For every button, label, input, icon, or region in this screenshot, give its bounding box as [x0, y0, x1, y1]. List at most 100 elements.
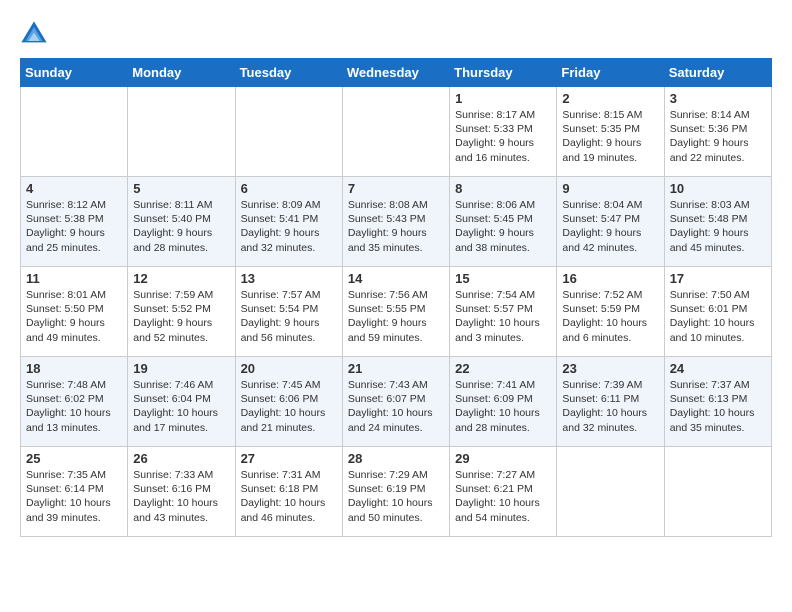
- day-number: 9: [562, 181, 658, 196]
- calendar-cell: [21, 87, 128, 177]
- calendar-cell: 15Sunrise: 7:54 AM Sunset: 5:57 PM Dayli…: [450, 267, 557, 357]
- calendar-cell: 7 Sunrise: 8:08 AM Sunset: 5:43 PM Daylig…: [342, 177, 449, 267]
- header: [20, 20, 772, 48]
- weekday-header-cell: Tuesday: [235, 59, 342, 87]
- calendar-cell: 24 Sunrise: 7:37 AM Sunset: 6:13 PM Dayli…: [664, 357, 771, 447]
- day-number: 29: [455, 451, 551, 466]
- day-info: Sunrise: 8:09 AM Sunset: 5:41 PM Dayligh…: [241, 198, 337, 255]
- day-info: Sunrise: 8:04 AM Sunset: 5:47 PM Dayligh…: [562, 198, 658, 255]
- calendar-cell: 23 Sunrise: 7:39 AM Sunset: 6:11 PM Dayli…: [557, 357, 664, 447]
- day-info: Sunrise: 7:46 AM Sunset: 6:04 PM Dayligh…: [133, 378, 229, 435]
- day-number: 11: [26, 271, 122, 286]
- calendar-week: 18Sunrise: 7:48 AM Sunset: 6:02 PM Dayli…: [21, 357, 772, 447]
- weekday-header-cell: Wednesday: [342, 59, 449, 87]
- calendar-cell: [235, 87, 342, 177]
- calendar-cell: 5 Sunrise: 8:11 AM Sunset: 5:40 PM Daylig…: [128, 177, 235, 267]
- calendar-cell: [664, 447, 771, 537]
- weekday-header-cell: Thursday: [450, 59, 557, 87]
- day-info: Sunrise: 7:54 AM Sunset: 5:57 PM Dayligh…: [455, 288, 551, 345]
- calendar-cell: 6 Sunrise: 8:09 AM Sunset: 5:41 PM Daylig…: [235, 177, 342, 267]
- day-number: 23: [562, 361, 658, 376]
- day-number: 19: [133, 361, 229, 376]
- day-info: Sunrise: 8:17 AM Sunset: 5:33 PM Dayligh…: [455, 108, 551, 165]
- day-number: 10: [670, 181, 766, 196]
- calendar-cell: 11 Sunrise: 8:01 AM Sunset: 5:50 PM Dayli…: [21, 267, 128, 357]
- day-number: 21: [348, 361, 444, 376]
- calendar-cell: 1 Sunrise: 8:17 AM Sunset: 5:33 PM Daylig…: [450, 87, 557, 177]
- day-number: 5: [133, 181, 229, 196]
- day-number: 25: [26, 451, 122, 466]
- calendar-cell: 3 Sunrise: 8:14 AM Sunset: 5:36 PM Daylig…: [664, 87, 771, 177]
- day-number: 2: [562, 91, 658, 106]
- day-number: 8: [455, 181, 551, 196]
- day-number: 4: [26, 181, 122, 196]
- day-number: 16: [562, 271, 658, 286]
- calendar-cell: 16 Sunrise: 7:52 AM Sunset: 5:59 PM Dayli…: [557, 267, 664, 357]
- day-number: 24: [670, 361, 766, 376]
- calendar-week: 1 Sunrise: 8:17 AM Sunset: 5:33 PM Daylig…: [21, 87, 772, 177]
- day-number: 7: [348, 181, 444, 196]
- day-info: Sunrise: 7:39 AM Sunset: 6:11 PM Dayligh…: [562, 378, 658, 435]
- calendar-week: 4 Sunrise: 8:12 AM Sunset: 5:38 PM Daylig…: [21, 177, 772, 267]
- day-info: Sunrise: 8:11 AM Sunset: 5:40 PM Dayligh…: [133, 198, 229, 255]
- calendar-cell: [557, 447, 664, 537]
- calendar-cell: [128, 87, 235, 177]
- calendar-cell: 26 Sunrise: 7:33 AM Sunset: 6:16 PM Dayli…: [128, 447, 235, 537]
- weekday-header-cell: Monday: [128, 59, 235, 87]
- day-info: Sunrise: 7:27 AM Sunset: 6:21 PM Dayligh…: [455, 468, 551, 525]
- day-info: Sunrise: 7:43 AM Sunset: 6:07 PM Dayligh…: [348, 378, 444, 435]
- calendar-cell: 9 Sunrise: 8:04 AM Sunset: 5:47 PM Daylig…: [557, 177, 664, 267]
- calendar-cell: 18Sunrise: 7:48 AM Sunset: 6:02 PM Dayli…: [21, 357, 128, 447]
- calendar-cell: 4 Sunrise: 8:12 AM Sunset: 5:38 PM Daylig…: [21, 177, 128, 267]
- day-info: Sunrise: 8:15 AM Sunset: 5:35 PM Dayligh…: [562, 108, 658, 165]
- day-info: Sunrise: 7:37 AM Sunset: 6:13 PM Dayligh…: [670, 378, 766, 435]
- day-info: Sunrise: 7:59 AM Sunset: 5:52 PM Dayligh…: [133, 288, 229, 345]
- day-number: 17: [670, 271, 766, 286]
- day-number: 22: [455, 361, 551, 376]
- day-info: Sunrise: 7:52 AM Sunset: 5:59 PM Dayligh…: [562, 288, 658, 345]
- calendar-cell: 14Sunrise: 7:56 AM Sunset: 5:55 PM Dayli…: [342, 267, 449, 357]
- day-number: 3: [670, 91, 766, 106]
- day-number: 1: [455, 91, 551, 106]
- day-number: 20: [241, 361, 337, 376]
- calendar: SundayMondayTuesdayWednesdayThursdayFrid…: [20, 58, 772, 537]
- calendar-cell: 28 Sunrise: 7:29 AM Sunset: 6:19 PM Dayli…: [342, 447, 449, 537]
- day-info: Sunrise: 7:29 AM Sunset: 6:19 PM Dayligh…: [348, 468, 444, 525]
- day-number: 18: [26, 361, 122, 376]
- logo: [20, 20, 52, 48]
- calendar-cell: 21 Sunrise: 7:43 AM Sunset: 6:07 PM Dayli…: [342, 357, 449, 447]
- calendar-cell: 29 Sunrise: 7:27 AM Sunset: 6:21 PM Dayli…: [450, 447, 557, 537]
- calendar-body: 1 Sunrise: 8:17 AM Sunset: 5:33 PM Daylig…: [21, 87, 772, 537]
- day-info: Sunrise: 8:12 AM Sunset: 5:38 PM Dayligh…: [26, 198, 122, 255]
- day-info: Sunrise: 7:50 AM Sunset: 6:01 PM Dayligh…: [670, 288, 766, 345]
- calendar-cell: 2 Sunrise: 8:15 AM Sunset: 5:35 PM Daylig…: [557, 87, 664, 177]
- day-info: Sunrise: 8:01 AM Sunset: 5:50 PM Dayligh…: [26, 288, 122, 345]
- calendar-cell: 8Sunrise: 8:06 AM Sunset: 5:45 PM Daylig…: [450, 177, 557, 267]
- calendar-cell: 22 Sunrise: 7:41 AM Sunset: 6:09 PM Dayli…: [450, 357, 557, 447]
- day-number: 12: [133, 271, 229, 286]
- calendar-cell: [342, 87, 449, 177]
- day-info: Sunrise: 8:08 AM Sunset: 5:43 PM Dayligh…: [348, 198, 444, 255]
- day-info: Sunrise: 7:33 AM Sunset: 6:16 PM Dayligh…: [133, 468, 229, 525]
- day-number: 28: [348, 451, 444, 466]
- calendar-cell: 13 Sunrise: 7:57 AM Sunset: 5:54 PM Dayli…: [235, 267, 342, 357]
- calendar-cell: 19 Sunrise: 7:46 AM Sunset: 6:04 PM Dayli…: [128, 357, 235, 447]
- day-info: Sunrise: 8:03 AM Sunset: 5:48 PM Dayligh…: [670, 198, 766, 255]
- day-info: Sunrise: 8:14 AM Sunset: 5:36 PM Dayligh…: [670, 108, 766, 165]
- day-number: 6: [241, 181, 337, 196]
- calendar-cell: 25Sunrise: 7:35 AM Sunset: 6:14 PM Dayli…: [21, 447, 128, 537]
- day-info: Sunrise: 7:57 AM Sunset: 5:54 PM Dayligh…: [241, 288, 337, 345]
- logo-icon: [20, 20, 48, 48]
- day-number: 26: [133, 451, 229, 466]
- calendar-cell: 27Sunrise: 7:31 AM Sunset: 6:18 PM Dayli…: [235, 447, 342, 537]
- weekday-header-cell: Friday: [557, 59, 664, 87]
- calendar-cell: 10 Sunrise: 8:03 AM Sunset: 5:48 PM Dayli…: [664, 177, 771, 267]
- weekday-header-cell: Sunday: [21, 59, 128, 87]
- day-number: 13: [241, 271, 337, 286]
- weekday-header-cell: Saturday: [664, 59, 771, 87]
- day-info: Sunrise: 7:41 AM Sunset: 6:09 PM Dayligh…: [455, 378, 551, 435]
- day-number: 14: [348, 271, 444, 286]
- day-info: Sunrise: 7:45 AM Sunset: 6:06 PM Dayligh…: [241, 378, 337, 435]
- calendar-week: 25Sunrise: 7:35 AM Sunset: 6:14 PM Dayli…: [21, 447, 772, 537]
- day-info: Sunrise: 7:31 AM Sunset: 6:18 PM Dayligh…: [241, 468, 337, 525]
